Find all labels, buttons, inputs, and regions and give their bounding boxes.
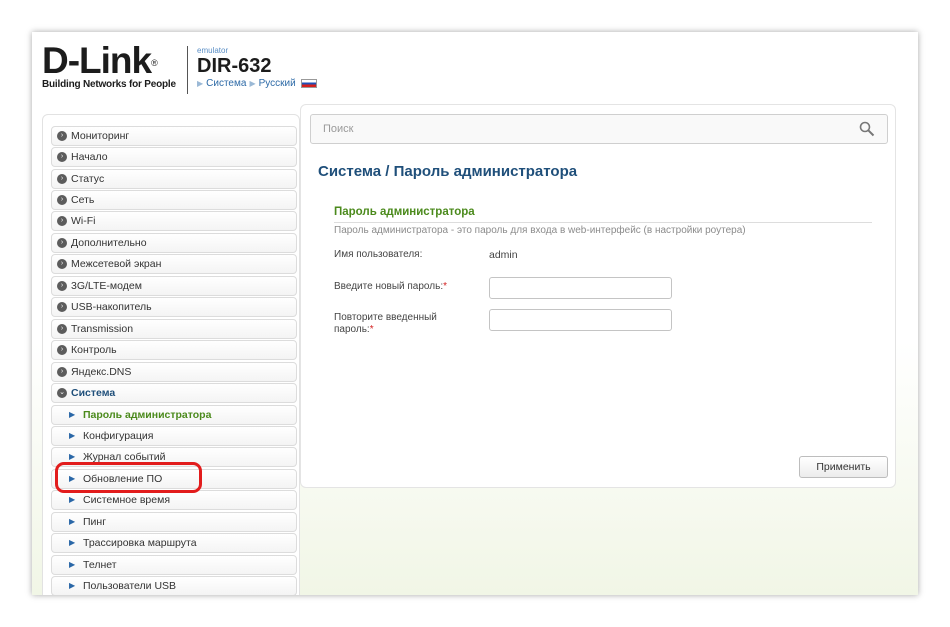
sidebar-item-ping[interactable]: ▶ Пинг bbox=[51, 512, 297, 532]
sidebar-item-status[interactable]: › Статус bbox=[51, 169, 297, 189]
sidebar-item-3g-lte[interactable]: › 3G/LTE-модем bbox=[51, 276, 297, 296]
page-title: Система / Пароль администратора bbox=[318, 163, 578, 180]
section-description: Пароль администратора - это пароль для в… bbox=[334, 225, 746, 236]
sidebar-item-admin-password[interactable]: ▶ Пароль администратора bbox=[51, 405, 297, 425]
chevron-right-icon: ▶ bbox=[69, 560, 76, 569]
sidebar-item-configuration[interactable]: ▶ Конфигурация bbox=[51, 426, 297, 446]
chevron-circle-icon: › bbox=[57, 131, 67, 141]
chevron-circle-icon: › bbox=[57, 302, 67, 312]
chevron-circle-icon: › bbox=[57, 195, 67, 205]
chevron-circle-icon: › bbox=[57, 152, 67, 162]
search-icon[interactable] bbox=[859, 121, 875, 137]
firmware-update-highlight bbox=[55, 462, 202, 493]
search-input[interactable]: Поиск bbox=[310, 114, 888, 144]
repeat-password-field[interactable] bbox=[489, 309, 672, 331]
model-name: DIR-632 bbox=[197, 55, 272, 77]
chevron-right-icon: ▶ bbox=[197, 79, 204, 88]
language-selector[interactable]: Русский bbox=[259, 78, 296, 89]
required-mark: * bbox=[443, 281, 447, 292]
sidebar-item-transmission[interactable]: › Transmission bbox=[51, 319, 297, 339]
sidebar-item-usb-users[interactable]: ▶ Пользователи USB bbox=[51, 576, 297, 595]
logo-text: D-Link bbox=[42, 40, 152, 81]
emulator-label: emulator bbox=[197, 46, 229, 55]
header: D-Link® Building Networks for People emu… bbox=[32, 32, 918, 102]
repeat-password-label: Повторите введенный пароль:* bbox=[334, 312, 437, 335]
chevron-circle-icon: › bbox=[57, 259, 67, 269]
chevron-right-icon: ▶ bbox=[249, 79, 256, 88]
chevron-circle-icon: › bbox=[57, 345, 67, 355]
chevron-circle-icon: › bbox=[57, 238, 67, 248]
sidebar-item-network[interactable]: › Сеть bbox=[51, 190, 297, 210]
search-placeholder: Поиск bbox=[323, 123, 354, 135]
sidebar-item-yandex-dns[interactable]: › Яндекс.DNS bbox=[51, 362, 297, 382]
sidebar-item-firewall[interactable]: › Межсетевой экран bbox=[51, 254, 297, 274]
russia-flag-icon[interactable] bbox=[300, 79, 317, 88]
sidebar-item-monitoring[interactable]: › Мониторинг bbox=[51, 126, 297, 146]
username-value: admin bbox=[489, 249, 518, 261]
chevron-circle-icon: › bbox=[57, 174, 67, 184]
model-info: emulator DIR-632 ▶ Система ▶ Русский bbox=[197, 46, 317, 89]
new-password-label: Введите новый пароль:* bbox=[334, 281, 447, 292]
logo-tagline: Building Networks for People bbox=[42, 79, 176, 90]
sidebar-item-control[interactable]: › Контроль bbox=[51, 340, 297, 360]
chevron-right-icon: ▶ bbox=[69, 581, 76, 590]
chevron-circle-icon: › bbox=[57, 367, 67, 377]
breadcrumb-system[interactable]: Система bbox=[206, 78, 246, 89]
apply-button[interactable]: Применить bbox=[799, 456, 888, 478]
breadcrumb: ▶ Система ▶ Русский bbox=[197, 78, 317, 89]
header-divider bbox=[187, 46, 188, 94]
section-title: Пароль администратора bbox=[334, 206, 475, 218]
chevron-right-icon: ▶ bbox=[69, 495, 76, 504]
chevron-right-icon: ▶ bbox=[69, 431, 76, 440]
sidebar-item-usb-storage[interactable]: › USB-накопитель bbox=[51, 297, 297, 317]
sidebar-item-telnet[interactable]: ▶ Телнет bbox=[51, 555, 297, 575]
chevron-down-circle-icon: ⌄ bbox=[57, 388, 67, 398]
new-password-field[interactable] bbox=[489, 277, 672, 299]
chevron-right-icon: ▶ bbox=[69, 538, 76, 547]
router-web-ui: D-Link® Building Networks for People emu… bbox=[32, 32, 918, 595]
sidebar-item-traceroute[interactable]: ▶ Трассировка маршрута bbox=[51, 533, 297, 553]
required-mark: * bbox=[369, 324, 374, 335]
sidebar-item-advanced[interactable]: › Дополнительно bbox=[51, 233, 297, 253]
chevron-right-icon: ▶ bbox=[69, 517, 76, 526]
dlink-logo[interactable]: D-Link® Building Networks for People bbox=[42, 42, 176, 90]
sidebar-item-system[interactable]: ⌄ Система bbox=[51, 383, 297, 403]
chevron-circle-icon: › bbox=[57, 216, 67, 226]
logo-reg-mark: ® bbox=[151, 58, 158, 68]
sidebar-item-system-time[interactable]: ▶ Системное время bbox=[51, 490, 297, 510]
chevron-right-icon: ▶ bbox=[69, 410, 76, 419]
username-label: Имя пользователя: bbox=[334, 249, 423, 260]
sidebar-item-start[interactable]: › Начало bbox=[51, 147, 297, 167]
chevron-circle-icon: › bbox=[57, 324, 67, 334]
sidebar-item-wifi[interactable]: › Wi-Fi bbox=[51, 211, 297, 231]
chevron-circle-icon: › bbox=[57, 281, 67, 291]
section-divider bbox=[334, 222, 872, 223]
sidebar-menu: › Мониторинг › Начало › Статус › Сеть › Wi-Fi… bbox=[42, 114, 300, 595]
main-panel: Поиск Система / Пароль администратора Па… bbox=[300, 104, 896, 488]
